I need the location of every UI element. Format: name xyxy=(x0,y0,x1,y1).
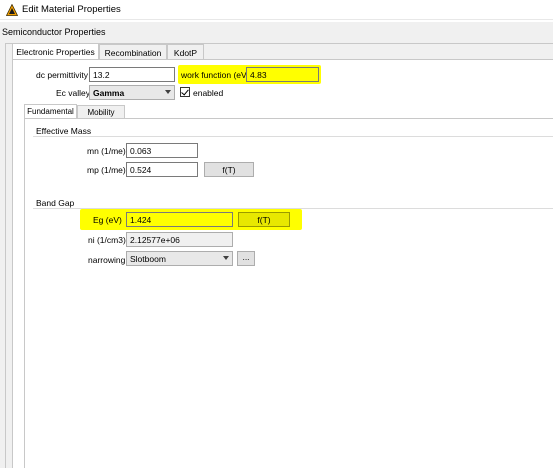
ec-valley-label: Ec valley xyxy=(56,88,91,98)
tab-label: Recombination xyxy=(104,48,162,58)
group-title: Semiconductor Properties xyxy=(2,27,106,37)
effective-mass-title: Effective Mass xyxy=(36,126,92,136)
mp-field[interactable]: 0.524 xyxy=(126,162,198,177)
tab-label: Electronic Properties xyxy=(16,47,95,57)
tab-electronic-properties[interactable]: Electronic Properties xyxy=(12,43,99,60)
ec-valley-value: Gamma xyxy=(93,88,125,98)
ni-label: ni (1/cm3) xyxy=(88,235,126,245)
mn-field[interactable]: 0.063 xyxy=(126,143,198,158)
dc-permittivity-field[interactable]: 13.2 xyxy=(89,67,175,82)
tab-kdotp[interactable]: KdotP xyxy=(167,44,204,60)
tab-recombination[interactable]: Recombination xyxy=(99,44,167,60)
title-bar: Edit Material Properties xyxy=(0,0,553,20)
subtab-label: Mobility xyxy=(87,108,115,117)
ni-field[interactable]: 2.12577e+06 xyxy=(126,232,233,247)
narrowing-value: Slotboom xyxy=(130,254,166,264)
chevron-down-icon xyxy=(223,256,229,260)
subtab-mobility[interactable]: Mobility xyxy=(77,105,125,119)
tab-label: KdotP xyxy=(173,48,198,58)
eg-label: Eg (eV) xyxy=(93,215,122,225)
mass-ft-button[interactable]: f(T) xyxy=(204,162,254,177)
subtab-label: Fundamental xyxy=(27,107,74,116)
eg-ft-button[interactable]: f(T) xyxy=(238,212,290,227)
narrowing-select[interactable]: Slotboom xyxy=(126,251,233,266)
mn-label: mn (1/me) xyxy=(87,146,126,156)
band-gap-title: Band Gap xyxy=(36,198,75,208)
eg-field[interactable]: 1.424 xyxy=(126,212,233,227)
dc-permittivity-label: dc permittivity xyxy=(36,70,88,80)
subtab-fundamental[interactable]: Fundamental xyxy=(24,104,77,119)
check-icon xyxy=(181,87,189,96)
ec-valley-select[interactable]: Gamma xyxy=(89,85,175,100)
enabled-checkbox[interactable] xyxy=(180,87,190,97)
narrowing-more-button[interactable]: ... xyxy=(237,251,255,266)
chevron-down-icon xyxy=(165,90,171,94)
window-title: Edit Material Properties xyxy=(22,4,121,15)
app-logo-icon xyxy=(6,4,18,16)
enabled-label: enabled xyxy=(193,88,224,98)
work-function-field[interactable]: 4.83 xyxy=(246,67,319,82)
mp-label: mp (1/me) xyxy=(87,165,126,175)
dialog-body: Semiconductor Properties Electronic Prop… xyxy=(0,22,553,468)
narrowing-label: narrowing xyxy=(88,255,126,265)
work-function-label: work function (eV) xyxy=(181,70,250,80)
section-divider xyxy=(33,136,553,137)
